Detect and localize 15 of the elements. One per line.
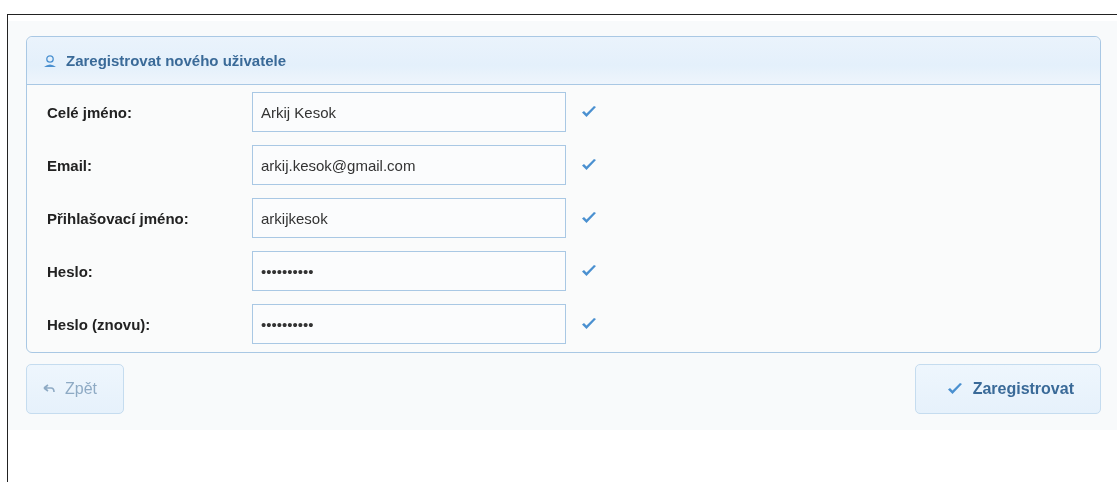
field-label: Přihlašovací jméno: [47, 209, 190, 227]
input-field[interactable]: arkijkesok [252, 198, 566, 238]
field-label: Heslo (znovu): [47, 315, 152, 333]
input-field[interactable]: •••••••••• [252, 304, 566, 344]
checkmark-icon [946, 382, 963, 396]
input-field[interactable]: arkij.kesok@gmail.com [252, 145, 566, 185]
reply-arrow-icon [43, 384, 55, 394]
user-icon [43, 53, 57, 68]
input-field[interactable]: •••••••••• [252, 251, 566, 291]
field-label: Heslo: [47, 262, 94, 280]
panel-title: Zaregistrovat nového uživatele [66, 52, 287, 69]
field-label: Email: [47, 156, 93, 174]
register-button[interactable]: Zaregistrovat [914, 364, 1101, 414]
field-label: Celé jméno: [47, 103, 134, 121]
input-field[interactable]: Arkij Kesok [252, 92, 566, 132]
